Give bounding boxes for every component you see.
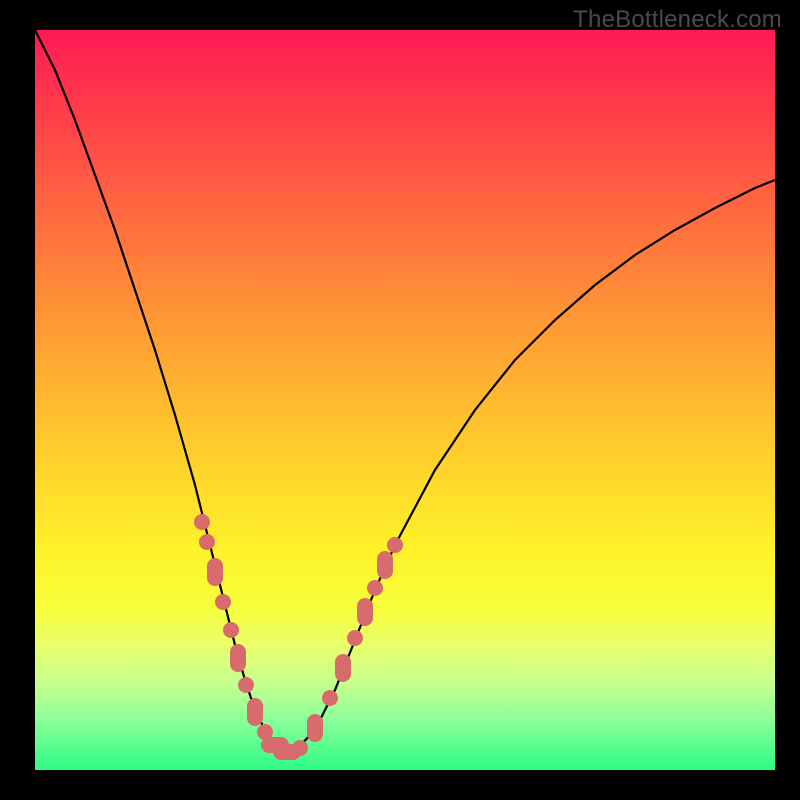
- marker-capsule: [307, 714, 323, 742]
- marker-capsule: [207, 558, 223, 586]
- marker-dot: [367, 580, 383, 596]
- plot-area: [35, 30, 775, 770]
- marker-dot: [194, 514, 210, 530]
- marker-dot: [215, 594, 231, 610]
- chart-frame: TheBottleneck.com: [0, 0, 800, 800]
- marker-dot: [322, 690, 338, 706]
- marker-group: [194, 514, 403, 760]
- chart-svg: [35, 30, 775, 770]
- marker-dot: [199, 534, 215, 550]
- bottleneck-curve: [35, 30, 775, 752]
- marker-dot: [387, 537, 403, 553]
- marker-capsule: [230, 644, 246, 672]
- marker-dot: [292, 740, 308, 756]
- marker-capsule: [247, 698, 263, 726]
- marker-dot: [238, 677, 254, 693]
- marker-capsule: [357, 598, 373, 626]
- marker-dot: [223, 622, 239, 638]
- marker-dot: [347, 630, 363, 646]
- marker-capsule: [335, 654, 351, 682]
- marker-capsule: [377, 551, 393, 579]
- watermark-text: TheBottleneck.com: [573, 6, 782, 34]
